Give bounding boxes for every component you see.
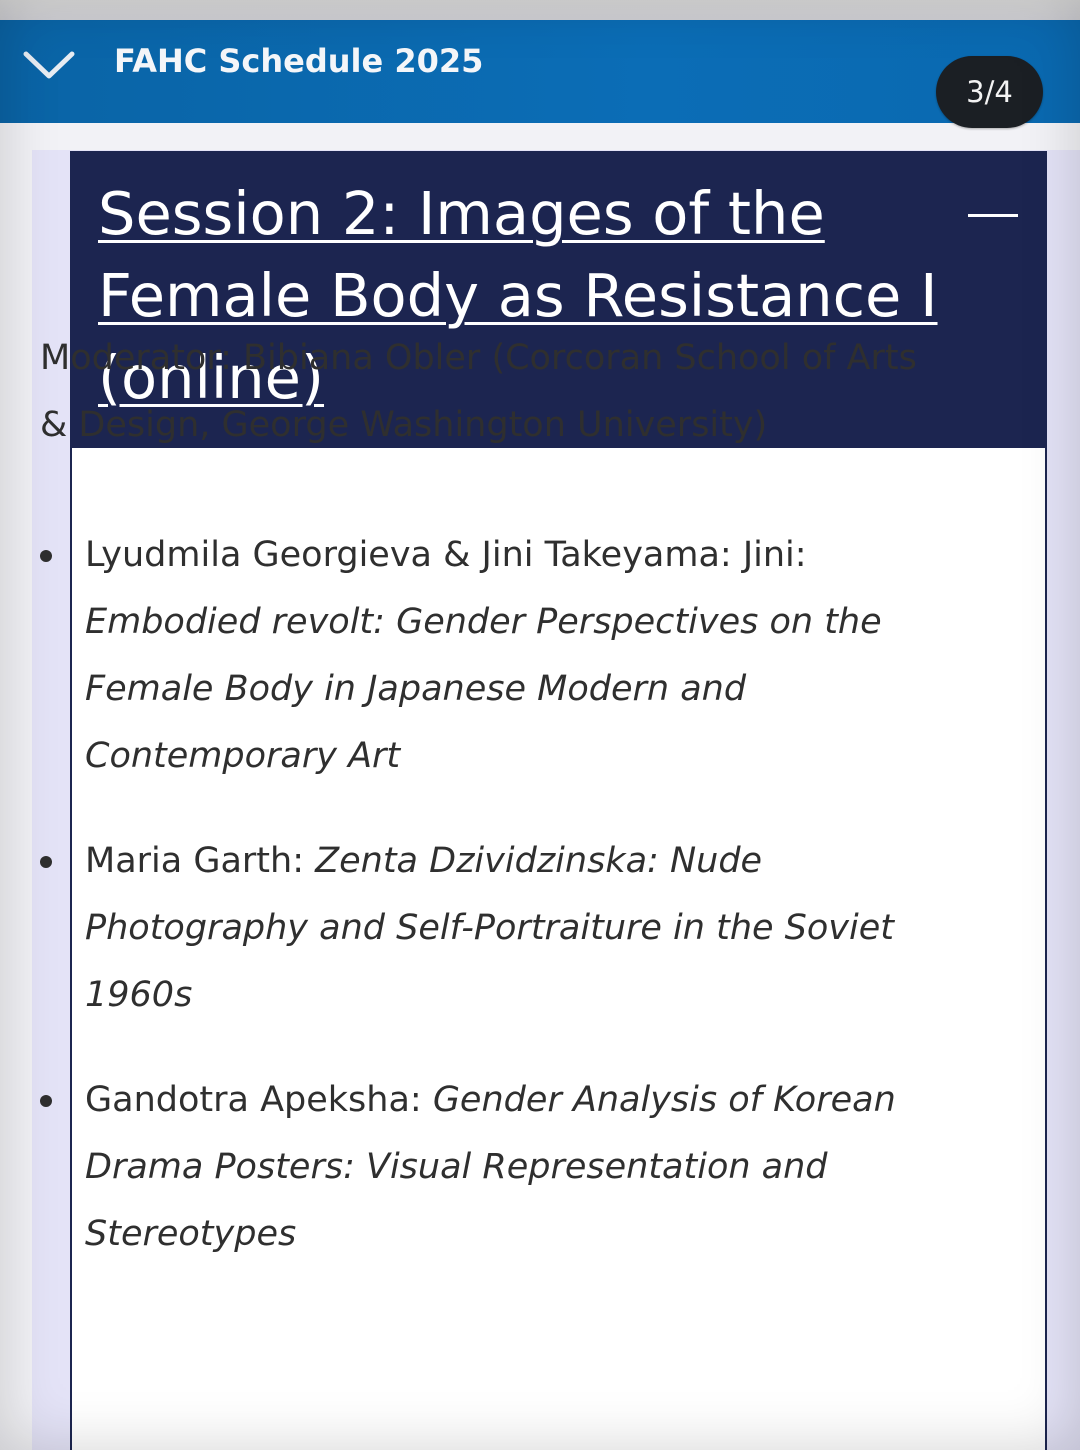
- list-item: Gandotra Apeksha: Gender Analysis of Kor…: [40, 1067, 940, 1268]
- paper-speaker: Maria Garth:: [85, 841, 316, 881]
- collapse-button[interactable]: [964, 201, 1024, 231]
- minus-icon: [968, 214, 1018, 217]
- schedule-header: FAHC Schedule 2025: [0, 20, 1080, 123]
- bullet-icon: [40, 856, 52, 868]
- paper-speaker: Gandotra Apeksha:: [85, 1080, 433, 1120]
- moderator-text: Moderator: Bibiana Obler (Corcoran Schoo…: [40, 338, 917, 445]
- list-item: Maria Garth: Zenta Dzividzinska: Nude Ph…: [40, 828, 940, 1029]
- paper-list: Lyudmila Georgieva & Jini Takeyama: Jini…: [40, 522, 940, 1268]
- chevron-down-icon[interactable]: [22, 48, 76, 84]
- paper-speaker: Lyudmila Georgieva & Jini Takeyama: Jini…: [85, 535, 807, 575]
- bullet-icon: [40, 1095, 52, 1107]
- status-strip: [0, 0, 1080, 20]
- list-item: Lyudmila Georgieva & Jini Takeyama: Jini…: [40, 522, 940, 790]
- paper-title: Embodied revolt: Gender Perspectives on …: [85, 602, 882, 776]
- session-body: Moderator: Bibiana Obler (Corcoran Schoo…: [40, 325, 940, 1268]
- schedule-title: FAHC Schedule 2025: [114, 42, 484, 80]
- page-indicator-badge: 3/4: [936, 56, 1043, 128]
- bullet-icon: [40, 550, 52, 562]
